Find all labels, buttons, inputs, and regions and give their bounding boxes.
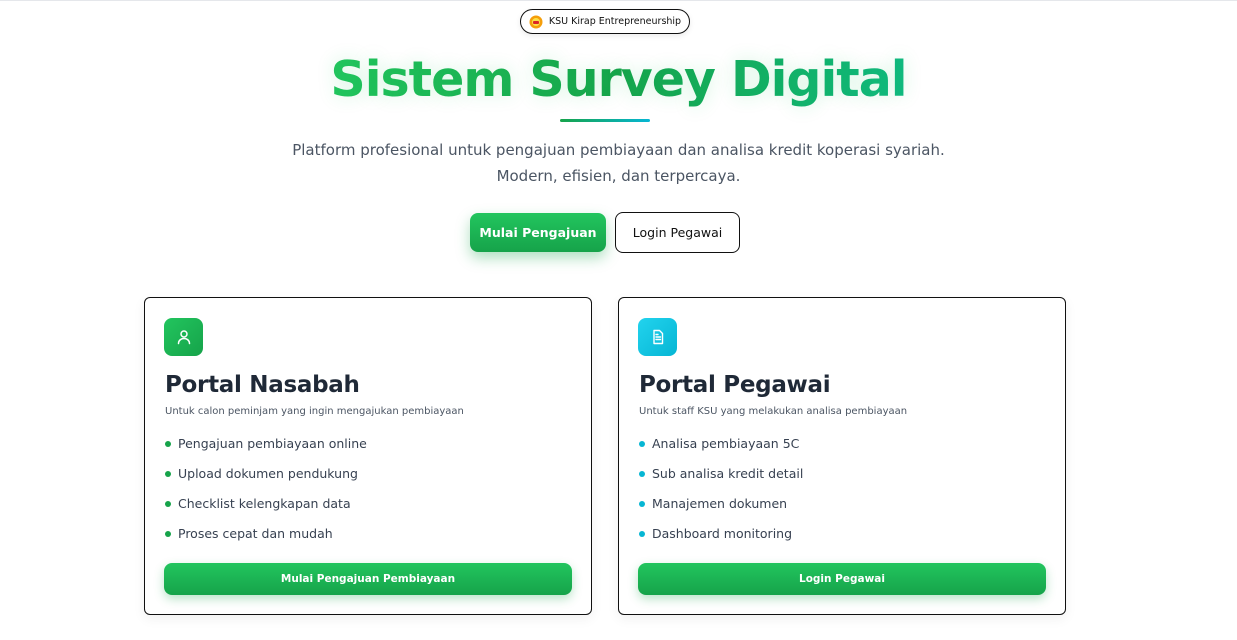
employee-login-card-button[interactable]: Login Pegawai <box>638 563 1046 595</box>
list-item: Analisa pembiayaan 5C <box>639 435 803 465</box>
ksu-logo-icon <box>529 15 543 28</box>
list-item: Upload dokumen pendukung <box>165 465 367 495</box>
subtitle-line-1: Platform profesional untuk pengajuan pem… <box>292 141 945 159</box>
document-icon <box>652 329 663 345</box>
bullet-icon <box>165 501 171 507</box>
start-application-button[interactable]: Mulai Pengajuan <box>470 213 606 252</box>
card-title: Portal Pegawai <box>639 372 831 398</box>
brand-badge: KSU Kirap Entrepreneurship <box>520 9 690 34</box>
list-item: Manajemen dokumen <box>639 495 803 525</box>
user-icon <box>177 330 190 345</box>
bullet-icon <box>639 441 645 447</box>
feature-label: Upload dokumen pendukung <box>178 466 358 481</box>
feature-label: Pengajuan pembiayaan online <box>178 436 367 451</box>
list-item: Proses cepat dan mudah <box>165 525 367 555</box>
hero-subtitle: Platform profesional untuk pengajuan pem… <box>0 137 1237 189</box>
bullet-icon <box>165 531 171 537</box>
card-description: Untuk staff KSU yang melakukan analisa p… <box>639 406 908 417</box>
feature-label: Dashboard monitoring <box>652 526 793 541</box>
customer-portal-card: Portal Nasabah Untuk calon peminjam yang… <box>144 297 592 615</box>
bullet-icon <box>639 501 645 507</box>
employee-portal-card: Portal Pegawai Untuk staff KSU yang mela… <box>618 297 1066 615</box>
feature-label: Manajemen dokumen <box>652 496 788 511</box>
page-title: Sistem Survey Digital <box>0 51 1237 108</box>
subtitle-line-2: Modern, efisien, dan terpercaya. <box>496 167 741 185</box>
employee-login-button[interactable]: Login Pegawai <box>615 212 740 253</box>
feature-label: Sub analisa kredit detail <box>652 466 804 481</box>
badge-label: KSU Kirap Entrepreneurship <box>548 16 682 27</box>
bullet-icon <box>639 471 645 477</box>
list-item: Sub analisa kredit detail <box>639 465 803 495</box>
list-item: Pengajuan pembiayaan online <box>165 435 367 465</box>
bullet-icon <box>165 441 171 447</box>
customer-portal-icon-box <box>164 318 203 356</box>
feature-label: Analisa pembiayaan 5C <box>652 436 800 451</box>
list-item: Dashboard monitoring <box>639 525 803 555</box>
employee-portal-icon-box <box>638 318 677 356</box>
bullet-icon <box>639 531 645 537</box>
feature-label: Checklist kelengkapan data <box>178 496 351 511</box>
feature-list: Analisa pembiayaan 5C Sub analisa kredit… <box>639 435 803 555</box>
list-item: Checklist kelengkapan data <box>165 495 367 525</box>
start-financing-application-button[interactable]: Mulai Pengajuan Pembiayaan <box>164 563 572 595</box>
feature-list: Pengajuan pembiayaan online Upload dokum… <box>165 435 367 555</box>
card-title: Portal Nasabah <box>165 372 360 398</box>
feature-label: Proses cepat dan mudah <box>178 526 333 541</box>
bullet-icon <box>165 471 171 477</box>
title-underline <box>560 119 650 122</box>
page-title-text: Sistem Survey Digital <box>330 51 907 108</box>
card-description: Untuk calon peminjam yang ingin mengajuk… <box>165 406 464 417</box>
